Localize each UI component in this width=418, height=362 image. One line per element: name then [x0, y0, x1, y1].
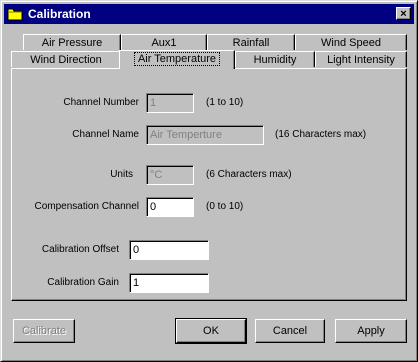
tab-label: Light Intensity [327, 54, 395, 66]
apply-button[interactable]: Apply [335, 319, 407, 343]
tab-aux1[interactable]: Aux1 [121, 34, 207, 50]
calibrate-button[interactable]: Calibrate [13, 319, 75, 343]
tab-label: Wind Direction [30, 54, 102, 66]
title-bar[interactable]: Calibration × [4, 4, 414, 24]
tab-wind-direction[interactable]: Wind Direction [11, 51, 121, 67]
cancel-button[interactable]: Cancel [255, 319, 325, 343]
tab-label: Rainfall [232, 37, 270, 49]
tab-label: Aux1 [151, 37, 177, 49]
folder-icon [7, 8, 23, 21]
tab-air-pressure[interactable]: Air Pressure [23, 34, 121, 50]
tab-panel [11, 68, 407, 301]
tab-air-temperature[interactable]: Air Temperature [119, 50, 235, 69]
calibration-dialog: Calibration × Air Pressure Aux1 Rainfall… [0, 0, 418, 362]
tab-label: Air Pressure [41, 37, 103, 49]
tab-label: Humidity [253, 54, 297, 66]
tab-label: Wind Speed [321, 37, 381, 49]
close-button[interactable]: × [396, 7, 411, 20]
tab-humidity[interactable]: Humidity [235, 51, 315, 67]
tab-label: Air Temperature [133, 52, 221, 66]
ok-button[interactable]: OK [175, 318, 247, 344]
tab-wind-speed[interactable]: Wind Speed [295, 34, 407, 50]
window-title: Calibration [28, 7, 91, 21]
tab-rainfall[interactable]: Rainfall [207, 34, 295, 50]
tab-light-intensity[interactable]: Light Intensity [315, 51, 407, 67]
